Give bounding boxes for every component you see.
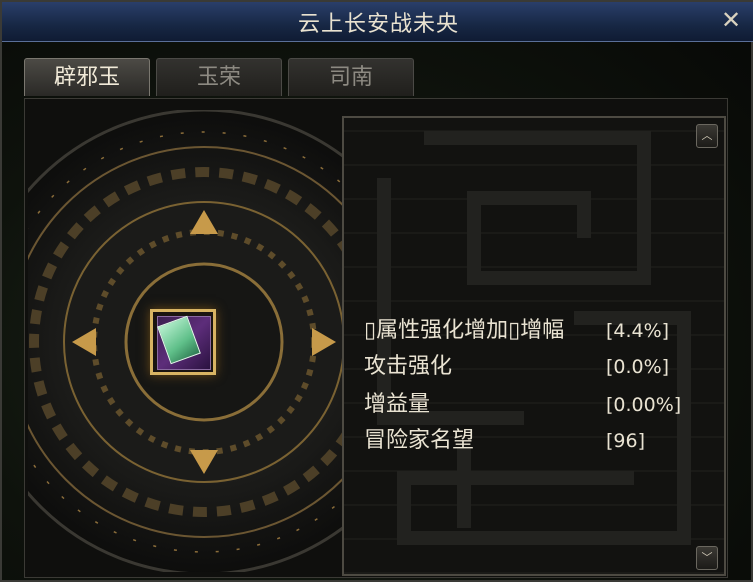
stat-row: 增益量 [0.00%] — [364, 388, 684, 422]
stat-label: 攻击强化 — [364, 354, 453, 379]
window-title: 云上长安战未央 — [297, 12, 459, 37]
stat-label: 冒险家名望 — [364, 428, 475, 453]
stat-row: 冒险家名望 [96] — [364, 424, 684, 458]
stat-label: ▯属性强化增加▯增幅 — [364, 318, 565, 343]
close-icon[interactable]: ✕ — [717, 6, 745, 34]
dialog-window: 云上长安战未央 ✕ 辟邪玉 玉荣 司南 ▯属性强化增加▯增幅 [4.4%] 攻击… — [0, 0, 753, 582]
tab-bixieyu[interactable]: 辟邪玉 — [24, 58, 150, 96]
stat-row: ▯属性强化增加▯增幅 [4.4%] — [364, 314, 684, 348]
tab-yurong[interactable]: 玉荣 — [156, 58, 282, 96]
stat-value: [96] — [606, 430, 646, 452]
jade-card-icon[interactable] — [150, 309, 216, 375]
stat-row: 攻击强化 [0.0%] — [364, 350, 684, 384]
title-bar[interactable]: 云上长安战未央 ✕ — [2, 2, 753, 42]
stat-value: [4.4%] — [606, 320, 670, 342]
chevron-up-icon[interactable]: ︿ — [696, 124, 718, 148]
stat-value: [0.00%] — [606, 394, 682, 416]
stat-label: 增益量 — [364, 392, 431, 417]
tab-bar: 辟邪玉 玉荣 司南 — [24, 58, 414, 98]
chevron-down-icon[interactable]: ﹀ — [696, 546, 718, 570]
scrollbar[interactable]: ︿ ﹀ — [696, 124, 718, 570]
tab-sinan[interactable]: 司南 — [288, 58, 414, 96]
stats-panel: ▯属性强化增加▯增幅 [4.4%] 攻击强化 [0.0%] 增益量 [0.00%… — [342, 116, 726, 576]
stat-value: [0.0%] — [606, 356, 670, 378]
